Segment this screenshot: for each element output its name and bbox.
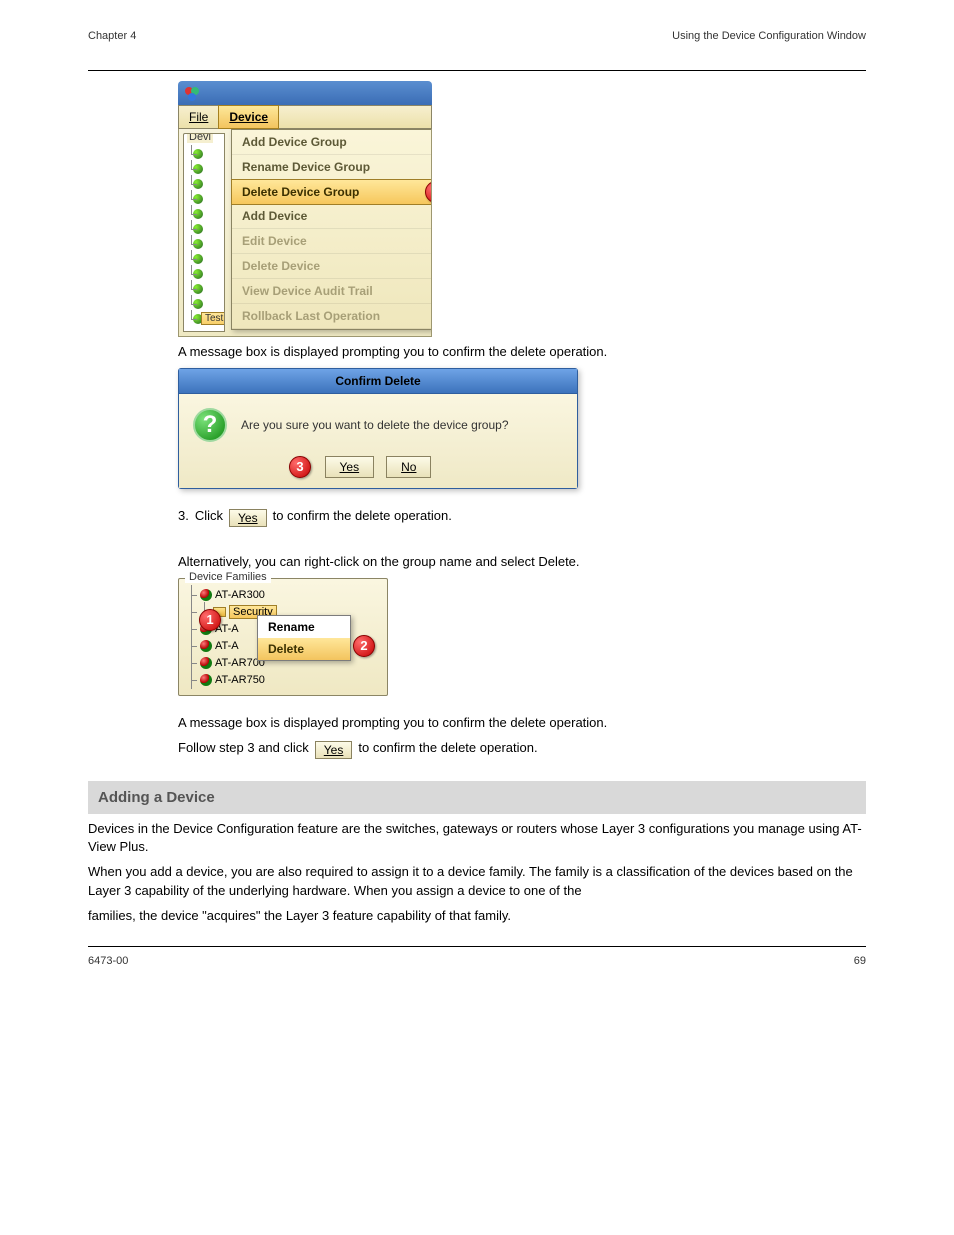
tree-item[interactable]: AT-AR300 [215, 589, 265, 601]
menubar-device[interactable]: Device [218, 105, 279, 129]
section-para-1: Devices in the Device Configuration feat… [88, 820, 866, 858]
ctx-delete[interactable]: Delete [258, 638, 350, 660]
fig1-caption: A message box is displayed prompting you… [178, 343, 866, 362]
menubar-file[interactable]: File [179, 106, 219, 128]
tree-item[interactable]: AT-AR750 [215, 674, 265, 686]
dialog-yes-button[interactable]: Yes [325, 456, 375, 478]
menu-edit-device: Edit Device [232, 229, 432, 254]
context-menu: Rename Delete [257, 615, 351, 661]
section-para-3: families, the device "acquires" the Laye… [88, 907, 866, 926]
family-icon [200, 674, 212, 686]
menu-add-device[interactable]: Add Device [232, 204, 432, 229]
dialog-no-button[interactable]: No [386, 456, 431, 478]
menu-rename-device-group[interactable]: Rename Device Group [232, 155, 432, 180]
window-titlebar [178, 81, 432, 105]
family-icon [200, 657, 212, 669]
tree-panel: Devi Test Group [183, 133, 225, 332]
fig3-caption: A message box is displayed prompting you… [178, 714, 866, 733]
inline-yes-button-2: Yes [315, 741, 353, 759]
question-icon: ? [193, 408, 227, 442]
device-menu: Add Device Group Rename Device Group Del… [231, 129, 432, 330]
section-para-2: When you add a device, you are also requ… [88, 863, 866, 901]
ctx-rename[interactable]: Rename [258, 616, 350, 638]
menu-add-device-group[interactable]: Add Device Group [232, 130, 432, 155]
inline-yes-button: Yes [229, 509, 267, 527]
step3-number: 3. [178, 508, 189, 523]
menu-rollback: Rollback Last Operation [232, 304, 432, 329]
footer-doc-id: 6473-00 [88, 955, 128, 967]
menu-view-audit-trail: View Device Audit Trail [232, 279, 432, 304]
family-icon [200, 640, 212, 652]
family-icon [200, 589, 212, 601]
confirm-delete-dialog: Confirm Delete ? Are you sure you want t… [178, 368, 578, 489]
dialog-title: Confirm Delete [179, 369, 577, 394]
page-footer: 6473-00 69 [88, 955, 866, 967]
step3-text-b: to confirm the delete operation. [273, 508, 452, 523]
header-chapter: Chapter 4 [88, 30, 136, 42]
app-logo-icon [184, 86, 200, 102]
tree-selected-group[interactable]: Test Group [201, 312, 225, 325]
header-title: Using the Device Configuration Window [672, 30, 866, 42]
menu-delete-device-group[interactable]: Delete Device Group 2 [231, 179, 432, 205]
footer-page-number: 69 [854, 955, 866, 967]
callout-badge-2b: 2 [353, 635, 375, 657]
screenshot-device-menu: File Device Devi Test Group [178, 81, 432, 337]
dialog-message: Are you sure you want to delete the devi… [241, 418, 509, 432]
tree-legend: Device Families [185, 571, 271, 583]
menubar: File Device [178, 105, 432, 129]
callout-badge-2: 2 [425, 181, 432, 203]
fig3-intro: Alternatively, you can right-click on th… [178, 553, 866, 572]
tree-panel-label: Devi [187, 133, 213, 143]
page-header: Chapter 4 Using the Device Configuration… [88, 30, 866, 42]
screenshot-context-menu: Device Families AT-AR300 Security AT-A A… [178, 578, 388, 696]
tree-item[interactable]: AT-A [215, 640, 239, 652]
section-heading-band: Adding a Device [88, 781, 866, 814]
callout-badge-1: 1 [199, 609, 221, 631]
callout-badge-3: 3 [289, 456, 311, 478]
step3-text-a: Click [195, 508, 223, 523]
menu-delete-device: Delete Device [232, 254, 432, 279]
fig3-follow-a: Follow step 3 and click [178, 740, 309, 755]
fig3-follow-b: to confirm the delete operation. [358, 740, 537, 755]
